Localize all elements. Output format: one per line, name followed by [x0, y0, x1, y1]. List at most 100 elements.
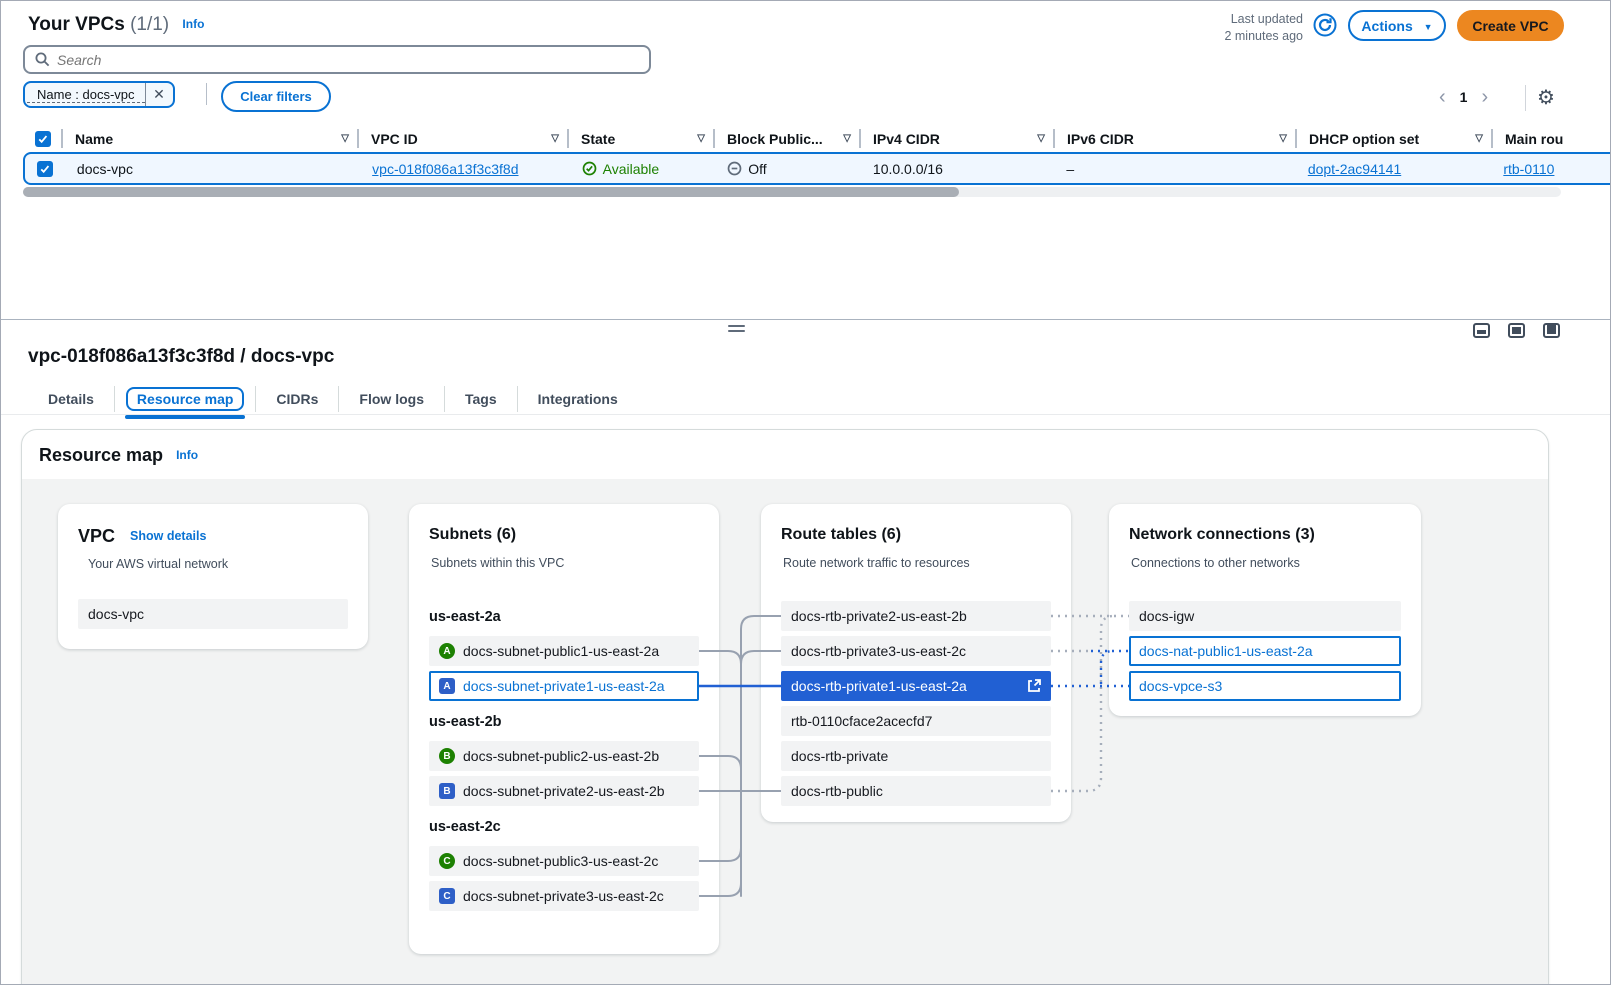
info-link[interactable]: Info — [182, 17, 204, 31]
panel-size-large-button[interactable] — [1543, 323, 1560, 338]
az-private-badge: A — [439, 678, 455, 694]
vpc-item-docs-vpc[interactable]: docs-vpc — [78, 599, 348, 629]
table-row[interactable]: docs-vpcvpc-018f086a13f3c3f8dAvailableOf… — [23, 152, 1611, 185]
subnet-item-docs-subnet-private1-us-east-2a[interactable]: Adocs-subnet-private1-us-east-2a — [429, 671, 699, 701]
search-input[interactable] — [57, 52, 649, 68]
column-header-state[interactable]: State▽ — [569, 125, 715, 152]
sort-icon[interactable]: ▽ — [843, 133, 851, 144]
refresh-icon — [1313, 13, 1337, 37]
sort-icon[interactable]: ▽ — [551, 133, 559, 144]
subnet-item-docs-subnet-private3-us-east-2c[interactable]: Cdocs-subnet-private3-us-east-2c — [429, 881, 699, 911]
filter-chip-label: Name : docs-vpc — [27, 87, 145, 103]
column-header-ipv6-cidr[interactable]: IPv6 CIDR▽ — [1055, 125, 1297, 152]
filter-chip-close-icon[interactable]: ✕ — [145, 83, 173, 106]
next-page-button[interactable]: › — [1481, 87, 1488, 107]
row-checkbox[interactable] — [25, 154, 65, 183]
network-connection-item-docs-vpce-s3[interactable]: docs-vpce-s3 — [1129, 671, 1401, 701]
tab-flow-logs[interactable]: Flow logs — [338, 386, 444, 412]
column-header-block-public-[interactable]: Block Public...▽ — [715, 125, 861, 152]
split-panel-drag-handle[interactable] — [728, 325, 745, 333]
prev-page-button[interactable]: ‹ — [1439, 87, 1446, 107]
actions-button[interactable]: Actions ▼ — [1348, 10, 1446, 41]
search-icon — [34, 51, 51, 68]
resource-map-title: Resource map Info — [39, 445, 198, 466]
route-table-item-rtb-0110cface2acecfd7[interactable]: rtb-0110cface2acecfd7 — [781, 706, 1051, 736]
route-tables-card-subtitle: Route network traffic to resources — [783, 556, 970, 570]
tab-integrations[interactable]: Integrations — [517, 386, 638, 412]
cell-main-route[interactable]: rtb-0110 — [1491, 154, 1611, 183]
subnet-item-docs-subnet-public2-us-east-2b[interactable]: Bdocs-subnet-public2-us-east-2b — [429, 741, 699, 771]
cell-dhcp[interactable]: dopt-2ac94141 — [1296, 154, 1492, 183]
sort-icon[interactable]: ▽ — [341, 133, 349, 144]
settings-gear-icon[interactable]: ⚙ — [1537, 85, 1555, 110]
route-table-item-docs-rtb-private3-us-east-2c[interactable]: docs-rtb-private3-us-east-2c — [781, 636, 1051, 666]
cell-ipv6: – — [1054, 154, 1295, 183]
table-header: Name▽VPC ID▽State▽Block Public...▽IPv4 C… — [23, 125, 1611, 152]
route-table-item-docs-rtb-public[interactable]: docs-rtb-public — [781, 776, 1051, 806]
refresh-button[interactable] — [1311, 12, 1339, 40]
network-connections-card-title: Network connections (3) — [1129, 526, 1315, 544]
current-page: 1 — [1460, 89, 1468, 105]
search-box[interactable] — [23, 45, 651, 74]
network-connections-card-subtitle: Connections to other networks — [1131, 556, 1300, 570]
column-header-main-rou[interactable]: Main rou — [1493, 125, 1611, 152]
az-private-badge: B — [439, 783, 455, 799]
sort-icon[interactable]: ▽ — [1279, 133, 1287, 144]
route-tables-card-title: Route tables (6) — [781, 526, 901, 544]
resource-map-info-link[interactable]: Info — [176, 448, 198, 462]
tab-cidrs[interactable]: CIDRs — [255, 386, 338, 412]
column-header-name[interactable]: Name▽ — [63, 125, 359, 152]
horizontal-scrollbar-track[interactable] — [23, 187, 1561, 197]
route-tables-item-list: docs-rtb-private2-us-east-2b docs-rtb-pri… — [781, 601, 1051, 806]
sort-icon[interactable]: ▽ — [1037, 133, 1045, 144]
vpc-item-list: docs-vpc — [78, 599, 348, 629]
route-table-item-docs-rtb-private1-us-east-2a[interactable]: docs-rtb-private1-us-east-2a — [781, 671, 1051, 701]
last-updated-label: Last updated 2 minutes ago — [1151, 11, 1303, 45]
tab-resource-map[interactable]: Resource map — [114, 386, 255, 412]
sort-icon[interactable]: ▽ — [1475, 133, 1483, 144]
network-connection-item-docs-igw[interactable]: docs-igw — [1129, 601, 1401, 631]
pagination: ‹ 1 › — [1439, 87, 1488, 107]
tab-tags[interactable]: Tags — [444, 386, 517, 412]
detail-panel-title: vpc-018f086a13f3c3f8d / docs-vpc — [28, 346, 334, 368]
chevron-down-icon: ▼ — [1424, 22, 1433, 32]
az-public-badge: A — [439, 643, 455, 659]
column-header-vpc-id[interactable]: VPC ID▽ — [359, 125, 569, 152]
availability-zone-group-label: us-east-2a — [429, 604, 699, 630]
az-private-badge: C — [439, 888, 455, 904]
subnets-card-subtitle: Subnets within this VPC — [431, 556, 564, 570]
subnets-card-title: Subnets (6) — [429, 526, 516, 544]
sort-icon[interactable]: ▽ — [697, 133, 705, 144]
network-connection-item-docs-nat-public1-us-east-2a[interactable]: docs-nat-public1-us-east-2a — [1129, 636, 1401, 666]
subnet-item-docs-subnet-private2-us-east-2b[interactable]: Bdocs-subnet-private2-us-east-2b — [429, 776, 699, 806]
network-connections-item-list: docs-igw docs-nat-public1-us-east-2a docs-… — [1129, 601, 1401, 701]
tab-details[interactable]: Details — [28, 386, 114, 412]
filter-chip[interactable]: Name : docs-vpc ✕ — [23, 81, 175, 108]
tabs-divider — [1, 414, 1611, 415]
subnets-item-list: us-east-2a Adocs-subnet-public1-us-east-2… — [429, 596, 699, 911]
vpc-card-title: VPC — [78, 526, 115, 546]
external-link-icon[interactable] — [1027, 679, 1041, 693]
cell-ipv4: 10.0.0.0/16 — [861, 154, 1055, 183]
select-all-checkbox[interactable] — [23, 125, 63, 152]
route-table-item-docs-rtb-private2-us-east-2b[interactable]: docs-rtb-private2-us-east-2b — [781, 601, 1051, 631]
vpc-console-page: Your VPCs (1/1) Info Last updated 2 minu… — [0, 0, 1611, 985]
horizontal-scrollbar-thumb[interactable] — [23, 187, 959, 197]
detail-tabs: Details Resource map CIDRs Flow logs Tag… — [28, 383, 638, 415]
create-vpc-button[interactable]: Create VPC — [1457, 10, 1564, 41]
cell-vpc-id[interactable]: vpc-018f086a13f3c3f8d — [360, 154, 569, 183]
subnet-item-docs-subnet-public1-us-east-2a[interactable]: Adocs-subnet-public1-us-east-2a — [429, 636, 699, 666]
show-details-link[interactable]: Show details — [130, 529, 206, 543]
clear-filters-button[interactable]: Clear filters — [221, 81, 331, 112]
vpc-count: (1/1) — [130, 14, 169, 35]
column-header-dhcp-option-set[interactable]: DHCP option set▽ — [1297, 125, 1493, 152]
route-table-item-docs-rtb-private[interactable]: docs-rtb-private — [781, 741, 1051, 771]
panel-size-small-button[interactable] — [1473, 323, 1490, 338]
cell-state: Available — [570, 154, 716, 183]
az-public-badge: C — [439, 853, 455, 869]
panel-size-medium-button[interactable] — [1508, 323, 1525, 338]
vpc-card-subtitle: Your AWS virtual network — [88, 557, 228, 571]
subnet-item-docs-subnet-public3-us-east-2c[interactable]: Cdocs-subnet-public3-us-east-2c — [429, 846, 699, 876]
column-header-ipv4-cidr[interactable]: IPv4 CIDR▽ — [861, 125, 1055, 152]
page-title-text: Your VPCs — [28, 14, 125, 35]
